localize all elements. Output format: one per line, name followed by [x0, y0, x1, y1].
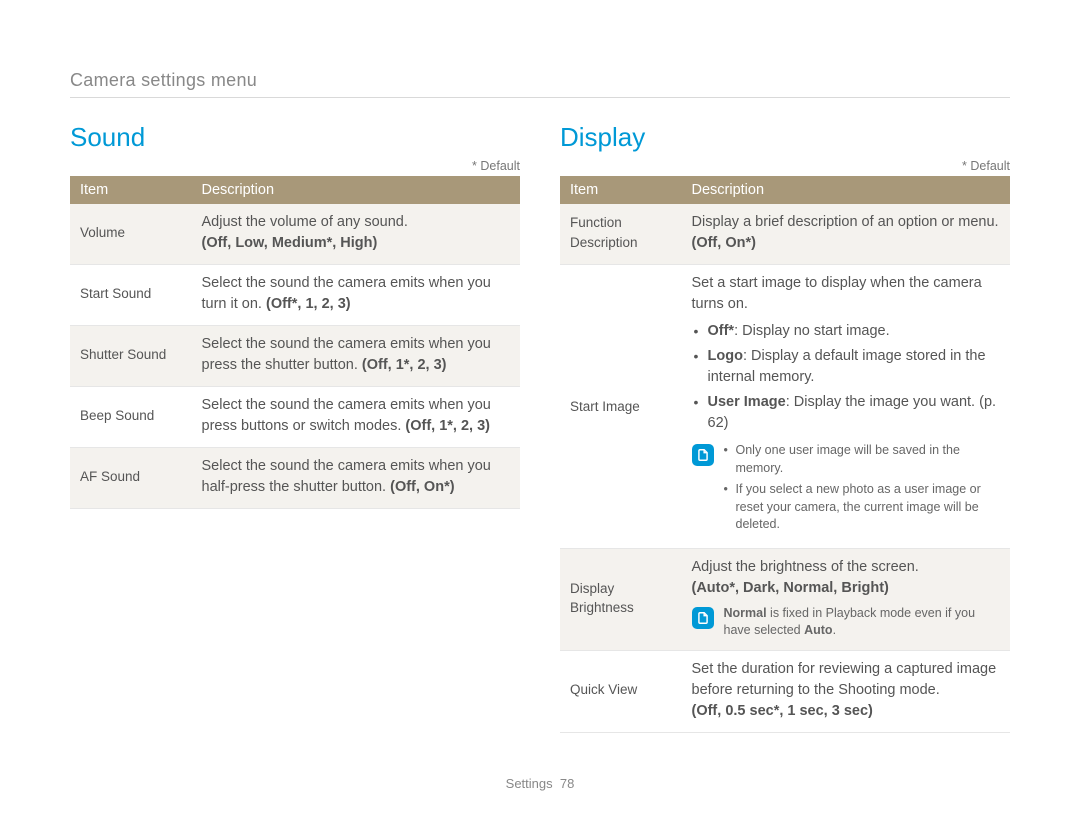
item-desc: Select the sound the camera emits when y…: [192, 326, 521, 387]
item-label: Display Brightness: [560, 548, 682, 650]
note-text: Normal is fixed in Playback mode even if…: [724, 605, 1001, 640]
note-list: Only one user image will be saved in the…: [724, 442, 1001, 538]
sound-table: Item Description Volume Adjust the volum…: [70, 176, 520, 509]
table-row: Shutter Sound Select the sound the camer…: [70, 326, 520, 387]
display-table: Item Description Function Description Di…: [560, 176, 1010, 733]
note-icon: [692, 607, 714, 629]
default-note: * Default: [560, 159, 1010, 173]
display-heading: Display: [560, 122, 1010, 153]
note-box: Only one user image will be saved in the…: [692, 442, 1001, 538]
item-label: AF Sound: [70, 448, 192, 509]
col-header-desc: Description: [682, 176, 1011, 204]
start-image-options: Off*: Display no start image. Logo: Disp…: [692, 321, 1001, 434]
table-row: Volume Adjust the volume of any sound. (…: [70, 204, 520, 265]
item-desc: Select the sound the camera emits when y…: [192, 448, 521, 509]
item-label: Quick View: [560, 650, 682, 732]
table-row: Start Image Set a start image to display…: [560, 265, 1010, 549]
breadcrumb: Camera settings menu: [70, 70, 1010, 91]
item-desc: Display a brief description of an option…: [682, 204, 1011, 265]
divider: [70, 97, 1010, 98]
sound-heading: Sound: [70, 122, 520, 153]
default-note: * Default: [70, 159, 520, 173]
table-row: Beep Sound Select the sound the camera e…: [70, 387, 520, 448]
col-header-item: Item: [70, 176, 192, 204]
note-box: Normal is fixed in Playback mode even if…: [692, 605, 1001, 640]
item-desc: Set a start image to display when the ca…: [682, 265, 1011, 549]
table-row: Start Sound Select the sound the camera …: [70, 265, 520, 326]
table-row: Quick View Set the duration for reviewin…: [560, 650, 1010, 732]
item-desc: Set the duration for reviewing a capture…: [682, 650, 1011, 732]
table-row: Display Brightness Adjust the brightness…: [560, 548, 1010, 650]
col-header-item: Item: [560, 176, 682, 204]
item-desc: Adjust the volume of any sound. (Off, Lo…: [192, 204, 521, 265]
page-footer: Settings 78: [0, 776, 1080, 791]
col-header-desc: Description: [192, 176, 521, 204]
item-label: Beep Sound: [70, 387, 192, 448]
item-desc: Adjust the brightness of the screen. (Au…: [682, 548, 1011, 650]
item-label: Function Description: [560, 204, 682, 265]
content-columns: Sound * Default Item Description Volume …: [70, 122, 1010, 733]
note-icon: [692, 444, 714, 466]
item-desc: Select the sound the camera emits when y…: [192, 265, 521, 326]
item-label: Start Sound: [70, 265, 192, 326]
item-desc: Select the sound the camera emits when y…: [192, 387, 521, 448]
table-row: AF Sound Select the sound the camera emi…: [70, 448, 520, 509]
table-row: Function Description Display a brief des…: [560, 204, 1010, 265]
item-label: Volume: [70, 204, 192, 265]
sound-section: Sound * Default Item Description Volume …: [70, 122, 520, 733]
item-label: Start Image: [560, 265, 682, 549]
item-label: Shutter Sound: [70, 326, 192, 387]
display-section: Display * Default Item Description Funct…: [560, 122, 1010, 733]
